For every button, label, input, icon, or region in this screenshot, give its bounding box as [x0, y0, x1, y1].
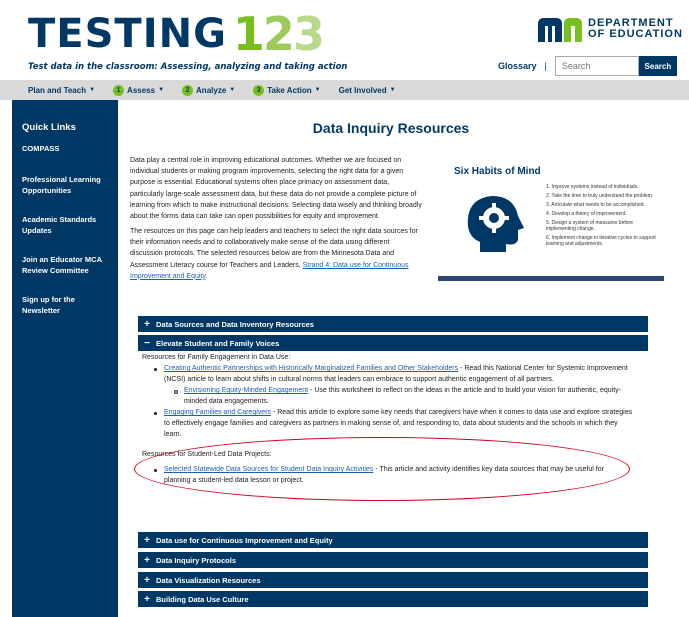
accordion-label: Building Data Use Culture [156, 594, 249, 604]
tagline: Test data in the classroom: Assessing, a… [28, 62, 348, 72]
sidebar-item-professional-learning[interactable]: Professional Learning Opportunities [22, 174, 108, 196]
intro-paragraph-1: Data play a central role in improving ed… [130, 157, 422, 221]
nav-get-involved[interactable]: Get Involved ▼ [339, 86, 396, 95]
habit-item: 2. Take the time to truly understand the… [546, 193, 654, 199]
utility-bar: Glossary | Search [498, 56, 677, 76]
habits-title: Six Habits of Mind [454, 166, 541, 177]
accordion-label: Data Inquiry Protocols [156, 555, 237, 565]
separator: | [544, 61, 547, 71]
plus-icon: + [144, 534, 150, 546]
accordion-data-use-culture[interactable]: + Building Data Use Culture [138, 591, 648, 607]
intro-paragraph-2: The resources on this page can help lead… [130, 226, 422, 282]
step-badge: 1 [113, 84, 125, 96]
authentic-partnerships-link[interactable]: Creating Authentic Partnerships with His… [164, 365, 458, 372]
logo-word: TESTING [28, 11, 227, 57]
main-nav: Plan and Teach ▼ 1 Assess ▼ 2 Analyze ▼ 3 Take… [0, 80, 689, 100]
testing-123-logo[interactable]: TESTING 123 [28, 7, 325, 61]
plus-icon: + [144, 593, 150, 605]
search-button[interactable]: Search [638, 56, 677, 76]
intro-end: . [205, 272, 208, 280]
nav-analyze[interactable]: 2 Analyze ▼ [182, 84, 236, 96]
head-gear-icon [467, 196, 524, 252]
step-badge: 2 [182, 84, 194, 96]
list-subitem: Envisioning Equity-Minded Engagement - U… [184, 385, 648, 397]
logo-digit-1: 1 [232, 7, 265, 61]
list-item: Creating Authentic Partnerships with His… [164, 363, 648, 375]
list-item: Engaging Families and Caregivers - Read … [164, 407, 648, 419]
six-habits-image: Six Habits of Mind 1. Improve systems in… [438, 156, 664, 282]
bullet-dot [154, 412, 157, 415]
red-highlight-ellipse [134, 437, 630, 501]
habit-item: 3. Articulate what needs to be accomplis… [546, 202, 645, 208]
nav-label: Get Involved [338, 85, 387, 95]
sidebar-item-compass[interactable]: COMPASS [22, 143, 110, 154]
accordion-label: Data Sources and Data Inventory Resource… [156, 319, 314, 329]
mn-logo-icon [538, 18, 582, 42]
sidebar-item-standards-updates[interactable]: Academic Standards Updates [22, 214, 112, 236]
step-badge: 3 [253, 84, 265, 96]
caret-down-icon: ▼ [229, 87, 236, 93]
family-engagement-label: Resources for Family Engagement in Data … [142, 354, 291, 361]
item-text-continued: to effectively engage families and careg… [164, 420, 618, 427]
sidebar-item-mca-committee[interactable]: Join an Educator MCA Review Committee [22, 254, 112, 276]
item-text: - Read this article to explore some key … [271, 409, 633, 416]
glossary-link[interactable]: Glossary [498, 61, 537, 71]
main-content: Data Inquiry Resources Data play a centr… [118, 100, 678, 617]
search-input[interactable] [554, 56, 639, 76]
bullet-dot [154, 368, 157, 371]
caret-down-icon: ▼ [389, 87, 396, 93]
nav-assess[interactable]: 1 Assess ▼ [113, 84, 165, 96]
habit-item: 1. Improve systems instead of individual… [546, 184, 639, 190]
quick-links-sidebar: Quick Links COMPASS Professional Learnin… [12, 100, 118, 617]
mde-line-2: OF EDUCATION [588, 28, 683, 40]
plus-icon: + [144, 554, 150, 566]
plus-icon: + [144, 574, 150, 586]
accordion-visualization[interactable]: + Data Visualization Resources [138, 572, 648, 588]
nav-label: Take Action [267, 85, 312, 95]
item-text: - Read this National Center for Systemic… [458, 365, 628, 372]
envisioning-equity-link[interactable]: Envisioning Equity-Minded Engagement [184, 387, 308, 394]
accordion-label: Data use for Continuous Improvement and … [156, 535, 333, 545]
logo-digit-2: 2 [262, 7, 295, 61]
minus-icon: − [144, 337, 150, 349]
logo-digit-3: 3 [292, 7, 325, 61]
item-text-continued: minded data engagements. [184, 398, 269, 405]
item-text-continued: (NCSI) article to learn about shifts in … [164, 376, 554, 383]
site-header: TESTING 123 Test data in the classroom: … [0, 0, 689, 80]
habit-item: 6. Implement change in iterative cycles … [546, 235, 656, 247]
accordion-data-sources[interactable]: + Data Sources and Data Inventory Resourc… [138, 316, 648, 332]
caret-down-icon: ▼ [89, 87, 96, 93]
accordion-student-family-voices[interactable]: − Elevate Student and Family Voices [138, 335, 648, 351]
nav-take-action[interactable]: 3 Take Action ▼ [253, 84, 321, 96]
logo-digits: 123 [232, 7, 325, 61]
item-text: - Use this worksheet to reflect on the i… [308, 387, 621, 394]
page-title: Data Inquiry Resources [312, 120, 470, 136]
sidebar-item-newsletter[interactable]: Sign up for the Newsletter [22, 294, 112, 316]
mde-logo[interactable]: DEPARTMENT OF EDUCATION [538, 16, 683, 42]
accordion-continuous-improvement[interactable]: + Data use for Continuous Improvement and… [138, 532, 648, 548]
nav-label: Analyze [196, 85, 227, 95]
accordion-label: Elevate Student and Family Voices [156, 338, 280, 348]
habit-item: 4. Develop a theory of improvement. [546, 211, 627, 217]
image-footer-bar [438, 276, 664, 281]
accordion-inquiry-protocols[interactable]: + Data Inquiry Protocols [138, 552, 648, 568]
nav-plan-and-teach[interactable]: Plan and Teach ▼ [28, 86, 95, 95]
nav-label: Assess [127, 85, 156, 95]
mde-wordmark: DEPARTMENT OF EDUCATION [588, 18, 683, 40]
engaging-families-link[interactable]: Engaging Families and Caregivers [164, 409, 271, 416]
quick-links-title: Quick Links [22, 122, 76, 133]
habits-list: 1. Improve systems instead of individual… [546, 184, 662, 250]
caret-down-icon: ▼ [158, 87, 165, 93]
nav-label: Plan and Teach [28, 85, 87, 95]
caret-down-icon: ▼ [314, 87, 321, 93]
accordion-label: Data Visualization Resources [156, 575, 261, 585]
habit-item: 5. Design a system of measures before im… [546, 220, 633, 232]
plus-icon: + [144, 318, 150, 330]
bullet-circle [174, 390, 178, 394]
